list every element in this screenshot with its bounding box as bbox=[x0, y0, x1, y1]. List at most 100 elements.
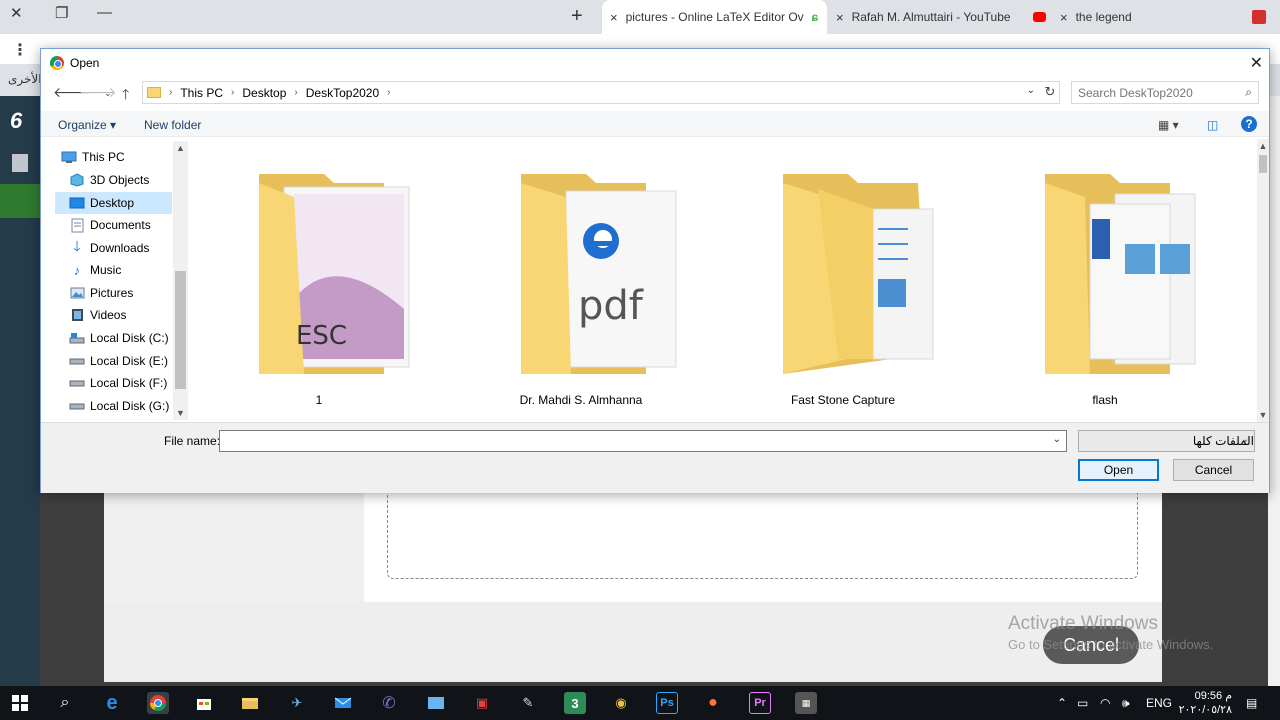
scroll-down-icon[interactable]: ▼ bbox=[1257, 410, 1269, 420]
scroll-down-icon[interactable]: ▼ bbox=[173, 408, 188, 418]
search-input[interactable] bbox=[1078, 85, 1238, 100]
cancel-button[interactable]: Cancel bbox=[1173, 459, 1254, 481]
up-arrow-icon[interactable]: 🡑 bbox=[122, 84, 129, 108]
search-icon[interactable]: ⌕ bbox=[54, 692, 76, 714]
search-icon[interactable]: ⌕ bbox=[1245, 85, 1252, 100]
organize-button[interactable]: Organize ▾ bbox=[58, 118, 116, 132]
nav-item-desktop[interactable]: Desktop bbox=[55, 192, 172, 214]
tab-close-icon[interactable]: × bbox=[610, 10, 618, 25]
network-icon[interactable]: ▭ bbox=[1077, 696, 1088, 710]
file-drop-zone[interactable] bbox=[387, 480, 1138, 579]
photos-app-icon[interactable] bbox=[425, 692, 447, 714]
refresh-icon[interactable]: ↻ bbox=[1041, 84, 1059, 100]
photoshop-icon[interactable]: Ps bbox=[656, 692, 678, 714]
app-icon[interactable]: ▣ bbox=[471, 692, 493, 714]
network-app-icon[interactable]: ✈ bbox=[286, 692, 308, 714]
preview-pane-icon[interactable]: ◫ bbox=[1207, 118, 1218, 132]
tab-close-icon[interactable]: × bbox=[836, 10, 844, 25]
chevron-down-icon[interactable]: ⌄ bbox=[1241, 434, 1249, 445]
dialog-close-button[interactable]: ✕ bbox=[1250, 53, 1263, 73]
nav-item-documents[interactable]: Documents bbox=[55, 214, 172, 236]
navigation-pane: This PC 3D Objects Desktop Documents 🡓 D… bbox=[55, 141, 172, 420]
nav-item-this-pc[interactable]: This PC bbox=[55, 146, 172, 168]
clock-time: 09:56 م bbox=[1194, 690, 1232, 702]
search-field[interactable]: ⌕ bbox=[1071, 81, 1259, 104]
address-dropdown-icon[interactable]: ⌄ bbox=[1027, 85, 1035, 96]
scroll-thumb[interactable] bbox=[1259, 155, 1267, 173]
show-hidden-icons-chevron-icon[interactable]: ⌃ bbox=[1057, 696, 1067, 710]
folder-item[interactable]: ESC 1 bbox=[199, 139, 439, 409]
windows-start-icon[interactable] bbox=[9, 692, 31, 714]
open-button[interactable]: Open bbox=[1078, 459, 1159, 481]
help-icon[interactable]: ? bbox=[1241, 116, 1257, 132]
folder-view-scrollbar[interactable]: ▲ ▼ bbox=[1257, 139, 1269, 422]
file-name-combo[interactable]: ⌄ bbox=[219, 430, 1067, 452]
tab-overleaf[interactable]: × pictures - Online LaTeX Editor Ov ɕ bbox=[602, 0, 827, 34]
folder-view: ESC 1 pdf Dr. Mahdi S. Almhanna Fast Sto… bbox=[189, 139, 1255, 422]
nav-item-local-disk-f[interactable]: Local Disk (F:) bbox=[55, 372, 172, 394]
drive-icon bbox=[69, 376, 85, 390]
nav-item-3d-objects[interactable]: 3D Objects bbox=[55, 169, 172, 191]
wifi-icon[interactable]: ◠ bbox=[1100, 696, 1110, 710]
scroll-thumb[interactable] bbox=[175, 271, 186, 389]
nav-item-downloads[interactable]: 🡓 Downloads bbox=[55, 237, 172, 259]
tab-legend[interactable]: × the legend bbox=[1052, 0, 1277, 34]
chevron-down-icon[interactable]: ⌄ bbox=[1053, 434, 1061, 445]
breadcrumb-desktop[interactable]: Desktop bbox=[242, 86, 286, 100]
app-icon[interactable]: ▦ bbox=[795, 692, 817, 714]
desktop-icon bbox=[69, 196, 85, 210]
chevron-right-icon[interactable]: › bbox=[387, 87, 390, 98]
file-type-select[interactable]: الملفات كلها ⌄ bbox=[1078, 430, 1255, 452]
mail-icon[interactable] bbox=[332, 692, 354, 714]
chevron-right-icon[interactable]: › bbox=[231, 87, 234, 98]
tab-youtube[interactable]: × Rafah M. Almuttairi - YouTube bbox=[828, 0, 1046, 34]
tab-close-icon[interactable]: × bbox=[1060, 10, 1068, 25]
firefox-icon[interactable]: ● bbox=[702, 692, 724, 714]
download-icon: 🡓 bbox=[73, 238, 81, 254]
scroll-up-icon[interactable]: ▲ bbox=[1257, 141, 1269, 151]
browser-menu-icon[interactable]: ⋮ bbox=[12, 40, 28, 60]
nav-item-videos[interactable]: Videos bbox=[55, 304, 172, 326]
change-view-icon[interactable]: ▦ ▾ bbox=[1158, 118, 1179, 132]
window-minimize-button[interactable]: — bbox=[97, 4, 112, 21]
notifications-icon[interactable]: ▤ bbox=[1246, 696, 1257, 710]
new-tab-button[interactable]: + bbox=[571, 5, 583, 28]
new-folder-button[interactable]: New folder bbox=[144, 118, 201, 132]
viber-icon[interactable]: ✆ bbox=[378, 692, 400, 714]
chevron-right-icon[interactable]: › bbox=[294, 87, 297, 98]
navigation-scrollbar[interactable]: ▲ ▼ bbox=[173, 141, 188, 420]
recent-locations-chevron-icon[interactable]: ⌄ bbox=[104, 88, 112, 99]
nav-item-local-disk-e[interactable]: Local Disk (E:) bbox=[55, 350, 172, 372]
volume-icon[interactable]: 🕪 bbox=[1122, 696, 1130, 711]
language-indicator[interactable]: ENG bbox=[1146, 696, 1172, 710]
chrome-icon[interactable] bbox=[147, 692, 169, 714]
three-app-icon[interactable]: 3 bbox=[564, 692, 586, 714]
nav-item-local-disk-g[interactable]: Local Disk (G:) bbox=[55, 395, 172, 417]
scroll-up-icon[interactable]: ▲ bbox=[173, 143, 188, 153]
dialog-footer: File name: ⌄ الملفات كلها ⌄ Open Cancel bbox=[41, 422, 1269, 493]
folder-item[interactable]: flash bbox=[985, 139, 1225, 409]
breadcrumb-desktop2020[interactable]: DeskTop2020 bbox=[306, 86, 379, 100]
paint-icon[interactable]: ✎ bbox=[517, 692, 539, 714]
clock[interactable]: 09:56 م ٢٠٢٠/٠٥/٢٨ bbox=[1176, 689, 1232, 717]
folder-preview-text: ESC bbox=[296, 321, 347, 351]
address-bar[interactable]: › This PC › Desktop › DeskTop2020 › ⌄ bbox=[142, 81, 1060, 104]
window-restore-button[interactable]: ❐ bbox=[55, 4, 68, 22]
nav-item-pictures[interactable]: Pictures bbox=[55, 282, 172, 304]
media-app-icon[interactable]: ◉ bbox=[610, 692, 632, 714]
window-close-button[interactable]: ✕ bbox=[10, 4, 23, 22]
file-name-input[interactable] bbox=[220, 431, 1040, 451]
premiere-icon[interactable]: Pr bbox=[749, 692, 771, 714]
nav-item-local-disk-c[interactable]: Local Disk (C:) bbox=[55, 327, 172, 349]
document-icon[interactable] bbox=[12, 154, 28, 172]
breadcrumb-this-pc[interactable]: This PC bbox=[180, 86, 223, 100]
edge-icon[interactable]: e bbox=[101, 692, 123, 714]
nav-item-label: Local Disk (E:) bbox=[90, 354, 169, 368]
folder-item[interactable]: pdf Dr. Mahdi S. Almhanna bbox=[461, 139, 701, 409]
store-icon[interactable] bbox=[193, 692, 215, 714]
documents-icon bbox=[69, 218, 85, 232]
folder-item[interactable]: Fast Stone Capture bbox=[723, 139, 963, 409]
file-explorer-icon[interactable] bbox=[239, 692, 261, 714]
chevron-right-icon[interactable]: › bbox=[169, 87, 172, 98]
nav-item-music[interactable]: ♪ Music bbox=[55, 259, 172, 281]
